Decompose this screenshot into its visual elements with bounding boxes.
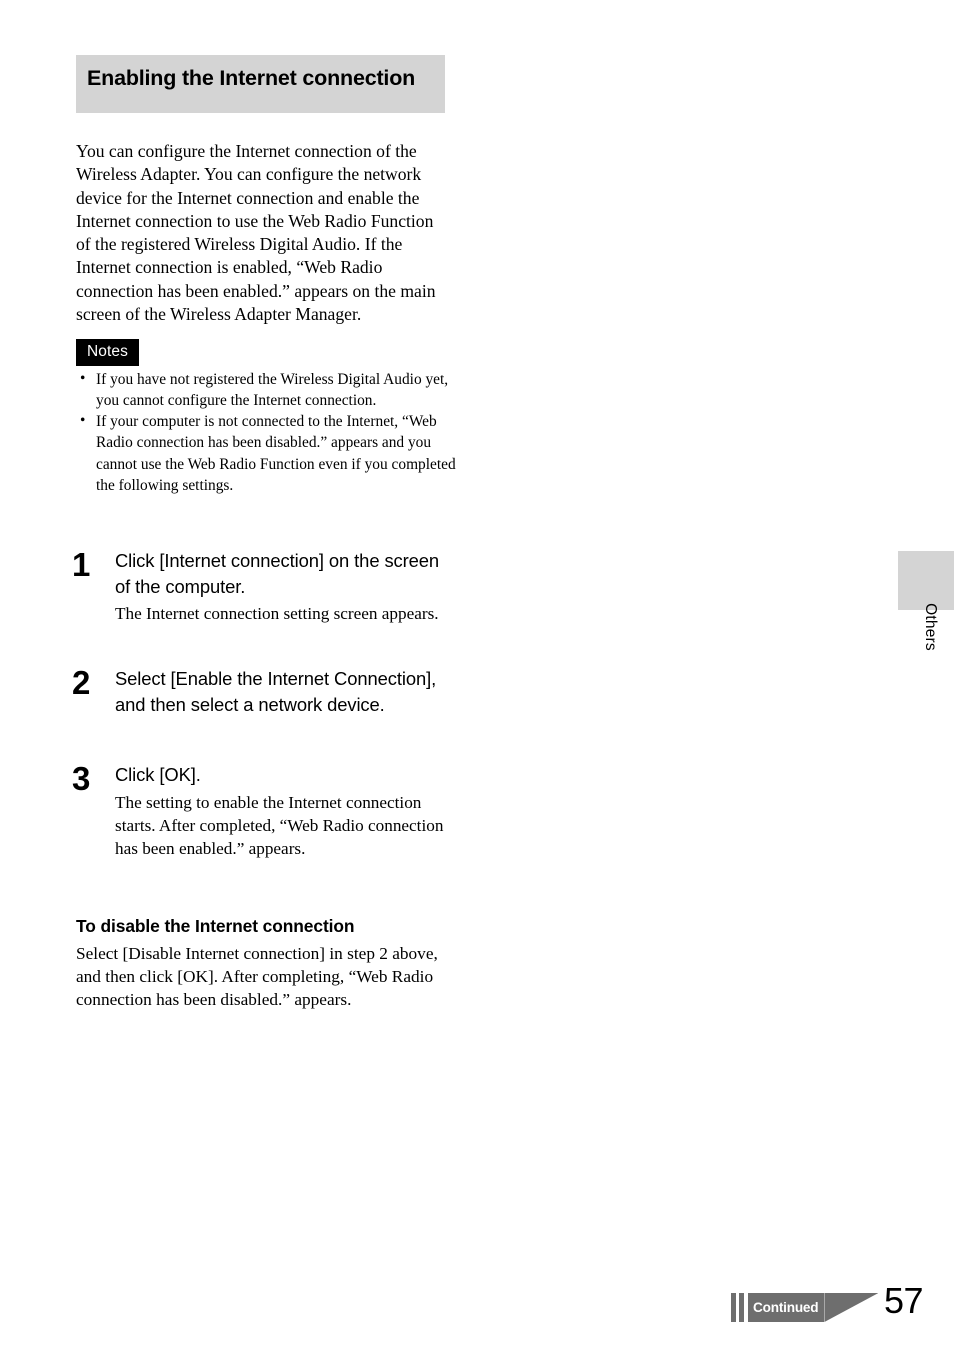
step-instruction: Select [Enable the Internet Connection],… <box>115 668 437 715</box>
list-item: • If you have not registered the Wireles… <box>76 369 456 412</box>
continued-marker: Continued <box>731 1293 879 1322</box>
intro-paragraph: You can configure the Internet connectio… <box>76 141 436 325</box>
continued-bar-icon <box>731 1293 736 1322</box>
step-2: 2 Select [Enable the Internet Connection… <box>72 666 452 717</box>
section-heading: Enabling the Internet connection <box>76 55 445 113</box>
step-detail: The Internet connection setting screen a… <box>115 604 439 623</box>
notes-block: Notes • If you have not registered the W… <box>76 339 456 496</box>
note-text: If your computer is not connected to the… <box>96 413 456 494</box>
step-detail: The setting to enable the Internet conne… <box>115 792 444 858</box>
note-text: If you have not registered the Wireless … <box>96 370 449 409</box>
page-number: 57 <box>884 1280 924 1321</box>
step-body: Click [Internet connection] on the scree… <box>115 548 452 625</box>
step-1: 1 Click [Internet connection] on the scr… <box>72 548 452 625</box>
step-number: 2 <box>72 664 90 701</box>
notes-list: • If you have not registered the Wireles… <box>76 369 456 497</box>
step-number: 1 <box>72 546 90 583</box>
step-number: 3 <box>72 760 90 797</box>
document-page: Enabling the Internet connection You can… <box>0 0 954 1354</box>
step-3: 3 Click [OK]. The setting to enable the … <box>72 762 452 860</box>
subsection-body: Select [Disable Internet connection] in … <box>76 944 438 1010</box>
step-body: Select [Enable the Internet Connection],… <box>115 666 452 717</box>
step-body: Click [OK]. The setting to enable the In… <box>115 762 452 860</box>
chapter-edge-tab-label: Others <box>922 603 939 651</box>
bullet-icon: • <box>80 412 86 430</box>
continued-bar-icon <box>739 1293 744 1322</box>
subsection-heading: To disable the Internet connection <box>76 916 355 936</box>
arrow-right-icon <box>824 1293 879 1322</box>
step-instruction: Click [Internet connection] on the scree… <box>115 550 440 597</box>
step-instruction: Click [OK]. <box>115 764 201 785</box>
continued-label: Continued <box>748 1293 825 1322</box>
list-item: • If your computer is not connected to t… <box>76 411 456 496</box>
bullet-icon: • <box>80 369 86 387</box>
notes-badge: Notes <box>76 339 139 366</box>
